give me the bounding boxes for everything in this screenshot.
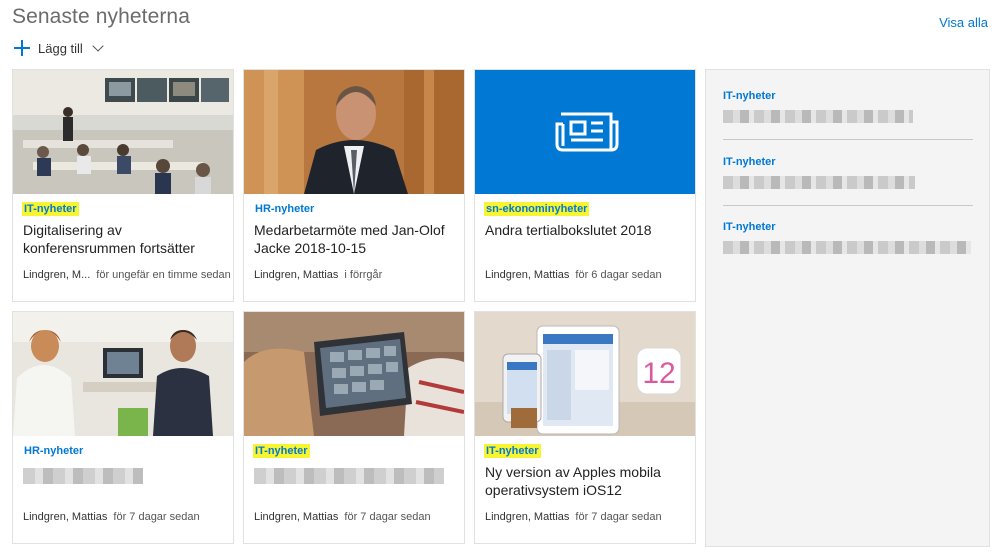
card-author: Lindgren, Mattias — [485, 269, 570, 281]
laptop-photo — [244, 312, 464, 436]
card-category[interactable]: IT-nyheter — [484, 444, 541, 458]
card-category[interactable]: IT-nyheter — [22, 202, 79, 216]
card-author: Lindgren, Mattias — [485, 511, 570, 523]
ios12-devices-photo: 12 — [475, 312, 695, 436]
card-meta: Lindgren, Mattias för 6 dagar sedan — [485, 269, 662, 281]
blurred-title — [723, 110, 913, 123]
card-meta: Lindgren, Mattias för 7 dagar sedan — [254, 511, 431, 523]
chevron-down-icon — [92, 40, 104, 52]
card-meta: Lindgren, Mattias för 7 dagar sedan — [485, 511, 662, 523]
card-author: Lindgren, Mattias — [23, 511, 108, 523]
news-card[interactable]: IT-nyheter Digitalisering av konferensru… — [12, 69, 234, 302]
see-all-link[interactable]: Visa alla — [939, 15, 988, 30]
blurred-title — [723, 176, 915, 189]
sidebar-news-item[interactable]: IT-nyheter — [723, 156, 973, 189]
card-time: i förrgår — [344, 269, 383, 281]
card-headline[interactable]: Digitalisering av konferensrummen fortsä… — [23, 221, 223, 257]
card-category[interactable]: IT-nyheter — [253, 444, 310, 458]
news-icon-tile — [475, 70, 695, 194]
portrait-photo — [244, 70, 464, 194]
plus-icon — [14, 40, 30, 56]
add-label: Lägg till — [38, 40, 83, 56]
sidebar-news-item[interactable]: IT-nyheter — [723, 90, 973, 123]
divider — [723, 139, 973, 140]
news-card[interactable]: 12 IT-nyheter Ny version av Apples mobil… — [474, 311, 696, 544]
card-author: Lindgren, Mattias — [254, 511, 339, 523]
card-meta: Lindgren, M... för ungefär en timme sedan — [23, 269, 231, 281]
card-meta: Lindgren, Mattias i förrgår — [254, 269, 382, 281]
card-meta: Lindgren, Mattias för 7 dagar sedan — [23, 511, 200, 523]
news-card[interactable]: IT-nyheter Lindgren, Mattias för 7 dagar … — [243, 311, 465, 544]
news-card[interactable]: HR-nyheter Medarbetarmöte med Jan-Olof J… — [243, 69, 465, 302]
sidebar-news-item[interactable]: IT-nyheter — [723, 221, 973, 254]
blurred-headline — [23, 468, 143, 484]
svg-text:12: 12 — [642, 357, 675, 390]
section-title: Senaste nyheterna — [12, 5, 190, 28]
blurred-headline — [254, 468, 444, 484]
card-time: för 7 dagar sedan — [575, 511, 662, 523]
card-headline[interactable]: Ny version av Apples mobila operativsyst… — [485, 463, 685, 499]
card-time: för 6 dagar sedan — [575, 269, 662, 281]
sidebar-item-category[interactable]: IT-nyheter — [723, 221, 973, 233]
divider — [723, 205, 973, 206]
card-category[interactable]: HR-nyheter — [22, 444, 85, 458]
card-category[interactable]: sn-ekonominyheter — [484, 202, 590, 216]
card-time: för 7 dagar sedan — [113, 511, 200, 523]
card-category[interactable]: HR-nyheter — [253, 202, 316, 216]
card-time: för 7 dagar sedan — [344, 511, 431, 523]
sidebar-item-category[interactable]: IT-nyheter — [723, 156, 973, 168]
card-author: Lindgren, Mattias — [254, 269, 339, 281]
news-card[interactable]: sn-ekonominyheter Andra tertialbokslutet… — [474, 69, 696, 302]
card-headline[interactable]: Andra tertialbokslutet 2018 — [485, 221, 685, 239]
news-sidebar: IT-nyheter IT-nyheter IT-nyheter — [705, 69, 990, 547]
card-time: för ungefär en timme sedan — [96, 269, 231, 281]
conference-room-photo — [13, 70, 233, 194]
card-headline[interactable]: Medarbetarmöte med Jan-Olof Jacke 2018-1… — [254, 221, 454, 257]
office-meeting-photo — [13, 312, 233, 436]
add-button[interactable]: Lägg till — [14, 40, 104, 56]
card-author: Lindgren, M... — [23, 269, 91, 281]
blurred-title — [723, 241, 971, 254]
news-card[interactable]: HR-nyheter Lindgren, Mattias för 7 dagar … — [12, 311, 234, 544]
sidebar-item-category[interactable]: IT-nyheter — [723, 90, 973, 102]
